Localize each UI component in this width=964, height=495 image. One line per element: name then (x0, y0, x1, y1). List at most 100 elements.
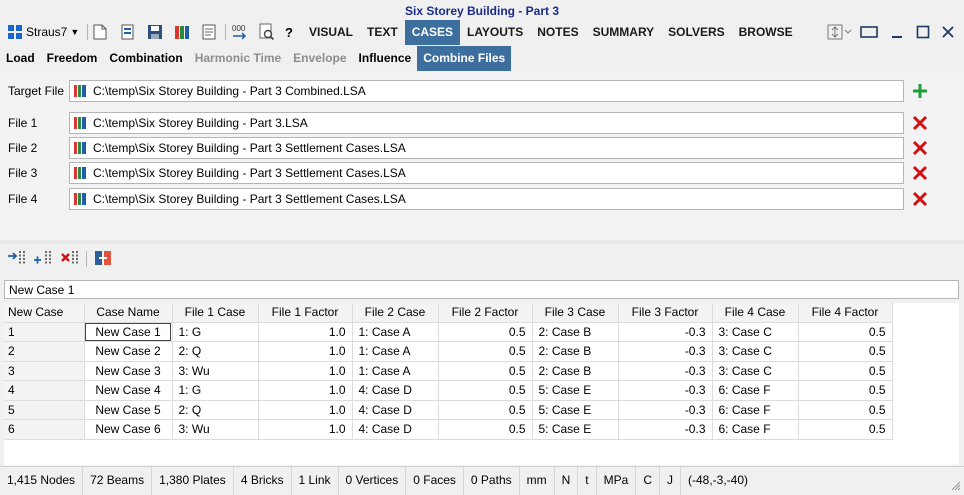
factor-cell[interactable]: 0.5 (798, 322, 893, 342)
file-case-cell[interactable]: 2: Q (172, 341, 259, 362)
file-case-cell[interactable]: 3: Wu (172, 361, 259, 381)
file-case-cell[interactable]: 6: Case F (712, 400, 799, 420)
header-file-4-factor[interactable]: File 4 Factor (798, 303, 893, 323)
header-file-3-factor[interactable]: File 3 Factor (618, 303, 713, 323)
case-name-cell[interactable]: New Case 2 (84, 341, 173, 362)
row-number[interactable]: 5 (4, 400, 85, 420)
tab-influence[interactable]: Influence (353, 46, 418, 71)
factor-cell[interactable]: 1.0 (258, 361, 353, 381)
header-file-2-factor[interactable]: File 2 Factor (438, 303, 533, 323)
file-3-input[interactable]: C:\temp\Six Storey Building - Part 3 Set… (69, 162, 904, 184)
tab-freedom[interactable]: Freedom (41, 46, 104, 71)
factor-cell[interactable]: -0.3 (618, 361, 713, 381)
case-name-cell[interactable]: New Case 4 (84, 380, 173, 401)
factor-cell[interactable]: 0.5 (438, 322, 533, 342)
header-new-case[interactable]: New Case (4, 303, 85, 323)
factor-cell[interactable]: -0.3 (618, 322, 713, 342)
new-file-icon[interactable] (90, 22, 110, 42)
file-case-cell[interactable]: 1: Case A (352, 361, 439, 381)
factor-cell[interactable]: 1.0 (258, 400, 353, 420)
factor-cell[interactable]: 0.5 (438, 361, 533, 381)
numbering-icon[interactable]: 000 (230, 22, 250, 42)
file-case-cell[interactable]: 5: Case E (532, 400, 619, 420)
row-number[interactable]: 3 (4, 361, 85, 381)
file-case-cell[interactable]: 6: Case F (712, 380, 799, 401)
open-file-icon[interactable] (118, 22, 138, 42)
factor-cell[interactable]: 1.0 (258, 380, 353, 401)
file-case-cell[interactable]: 3: Wu (172, 419, 259, 440)
search-document-icon[interactable] (257, 22, 277, 42)
case-name-cell[interactable]: New Case 1 (84, 322, 173, 342)
remove-file-icon[interactable] (910, 163, 930, 183)
resize-grip-icon[interactable] (951, 481, 961, 491)
header-file-1-case[interactable]: File 1 Case (172, 303, 259, 323)
menu-browse[interactable]: BROWSE (732, 20, 800, 45)
factor-cell[interactable]: -0.3 (618, 341, 713, 362)
unit-length[interactable]: mm (520, 466, 555, 495)
app-menu[interactable]: Straus7 ▼ (8, 22, 79, 42)
menu-cases[interactable]: CASES (404, 20, 461, 45)
file-case-cell[interactable]: 1: G (172, 380, 259, 401)
layout-dropdown-icon[interactable] (826, 22, 854, 42)
header-case-name[interactable]: Case Name (84, 303, 173, 323)
save-icon[interactable] (145, 22, 165, 42)
file-case-cell[interactable]: 6: Case F (712, 419, 799, 440)
file-case-cell[interactable]: 3: Case C (712, 341, 799, 362)
add-file-icon[interactable] (910, 81, 930, 101)
menu-solvers[interactable]: SOLVERS (661, 20, 731, 45)
menu-summary[interactable]: SUMMARY (586, 20, 662, 45)
header-file-1-factor[interactable]: File 1 Factor (258, 303, 353, 323)
combine-icon[interactable] (93, 248, 113, 268)
file-case-cell[interactable]: 1: G (172, 322, 259, 342)
remove-file-icon[interactable] (910, 138, 930, 158)
case-name-cell[interactable]: New Case 5 (84, 400, 173, 420)
factor-cell[interactable]: 0.5 (438, 341, 533, 362)
case-name-cell[interactable]: New Case 6 (84, 419, 173, 440)
factor-cell[interactable]: 0.5 (438, 419, 533, 440)
menu-visual[interactable]: VISUAL (302, 20, 360, 45)
unit-force[interactable]: N (555, 466, 579, 495)
restore-panel-icon[interactable] (858, 22, 880, 42)
factor-cell[interactable]: -0.3 (618, 380, 713, 401)
file-case-cell[interactable]: 2: Case B (532, 322, 619, 342)
factor-cell[interactable]: 0.5 (798, 419, 893, 440)
row-number[interactable]: 6 (4, 419, 85, 440)
file-case-cell[interactable]: 5: Case E (532, 380, 619, 401)
help-icon[interactable]: ? (279, 22, 299, 42)
file-case-cell[interactable]: 3: Case C (712, 322, 799, 342)
file-case-cell[interactable]: 5: Case E (532, 419, 619, 440)
unit-energy[interactable]: J (660, 466, 681, 495)
factor-cell[interactable]: 0.5 (798, 400, 893, 420)
insert-row-icon[interactable] (7, 248, 27, 268)
factor-cell[interactable]: 0.5 (798, 361, 893, 381)
file-case-cell[interactable]: 1: Case A (352, 341, 439, 362)
remove-file-icon[interactable] (910, 189, 930, 209)
factor-cell[interactable]: 0.5 (438, 380, 533, 401)
target-file-input[interactable]: C:\temp\Six Storey Building - Part 3 Com… (69, 80, 904, 102)
row-number[interactable]: 2 (4, 341, 85, 362)
file-case-cell[interactable]: 1: Case A (352, 322, 439, 342)
library-icon[interactable] (172, 22, 192, 42)
factor-cell[interactable]: 1.0 (258, 322, 353, 342)
tab-load[interactable]: Load (0, 46, 41, 71)
factor-cell[interactable]: -0.3 (618, 400, 713, 420)
factor-cell[interactable]: 0.5 (438, 400, 533, 420)
maximize-icon[interactable] (912, 22, 934, 42)
close-icon[interactable] (937, 22, 959, 42)
tab-combination[interactable]: Combination (103, 46, 188, 71)
minimize-icon[interactable] (886, 22, 908, 42)
file-case-cell[interactable]: 4: Case D (352, 419, 439, 440)
unit-temperature[interactable]: C (636, 466, 660, 495)
file-1-input[interactable]: C:\temp\Six Storey Building - Part 3.LSA (69, 112, 904, 134)
header-file-4-case[interactable]: File 4 Case (712, 303, 799, 323)
file-case-cell[interactable]: 3: Case C (712, 361, 799, 381)
factor-cell[interactable]: 0.5 (798, 380, 893, 401)
unit-stress[interactable]: MPa (597, 466, 637, 495)
row-number[interactable]: 4 (4, 380, 85, 401)
factor-cell[interactable]: 0.5 (798, 341, 893, 362)
row-number[interactable]: 1 (4, 322, 85, 342)
remove-file-icon[interactable] (910, 113, 930, 133)
file-case-cell[interactable]: 2: Case B (532, 341, 619, 362)
header-file-3-case[interactable]: File 3 Case (532, 303, 619, 323)
menu-layouts[interactable]: LAYOUTS (460, 20, 530, 45)
